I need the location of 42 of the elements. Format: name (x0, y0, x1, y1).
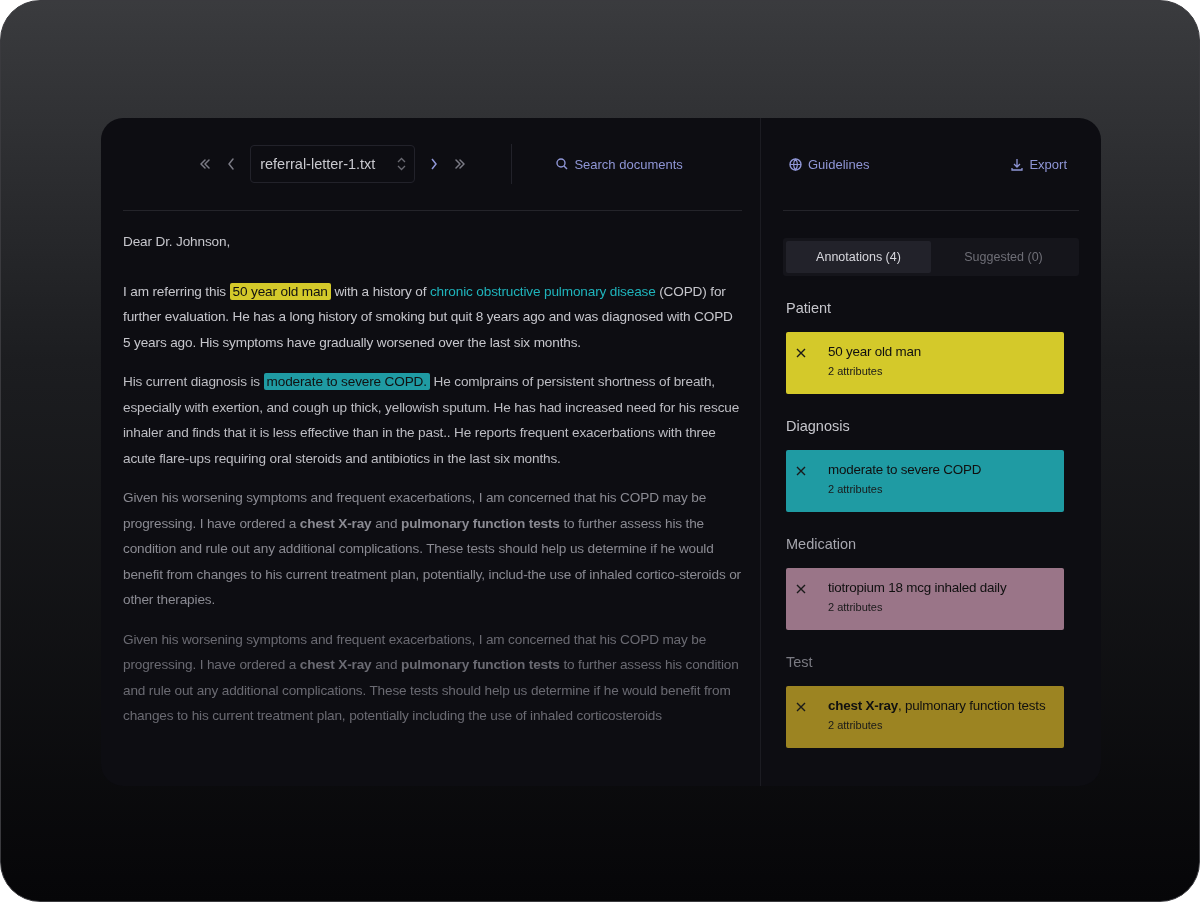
attribute-count: 2 attributes (828, 719, 884, 731)
letter-paragraph: His current diagnosis is moderate to severe COPD. He comlprains of persistent shortness of breath, especially with exertion, and cough up thick, yellowish sputum. He has had increased need for his rescue inhaler and finds that it is less effective than in the past.. He reports frequent exacerbations with three acute flare-ups requiring oral steroids and antibiotics in the last six months. (123, 372, 741, 468)
attribute-count: 2 attributes (828, 483, 884, 495)
globe-icon (789, 157, 802, 171)
category-label: Diagnosis (786, 418, 851, 434)
annotation-card[interactable]: tiotropium 18 mcg inhaled daily 2 attributes (786, 568, 1064, 630)
guidelines-link[interactable]: Guidelines (789, 156, 870, 172)
annotation-card[interactable]: chest X-ray, pulmonary function tests 2 attributes (786, 686, 1064, 748)
close-icon[interactable] (796, 466, 806, 476)
search-icon (556, 158, 569, 170)
entity-link[interactable]: chronic obstructive pulmonary disease (429, 283, 656, 299)
letter-paragraph: I am referring this 50 year old man with a history of chronic obstructive pulmonary disease (COPD) for further evaluation. He has a long history of smoking but quit 8 years ago and was diagnosed with COPD 5 years ago. His symptoms have gradually worsened over the last six months. (123, 281, 734, 352)
category-label: Medication (786, 536, 858, 552)
annotation-tab[interactable]: Annotations (4) (786, 241, 931, 273)
letter-paragraph: Given his worsening symptoms and frequent exacerbations, I am concerned that his COPD may be progressing. I have ordered a chest X-ray and pulmonary function tests to further assess his the condition and rule out any additional complications. These tests should help us determine if he would benefit from changes to his current treatment plan, potentially, includ-the use of inhaled cortico-steroids or other therapies. (123, 489, 742, 609)
up-down-chevron-icon (397, 157, 407, 171)
letter-paragraph: Given his worsening symptoms and frequent exacerbations, I am concerned that his COPD may be progressing. I have ordered a chest X-ray and pulmonary function tests to further assess his condition and rule out any additional complications. These tests should help us determine if he would benefit from changes to his current treatment plan, potentially including the use of inhaled corticosteroids (123, 630, 740, 725)
highlighted-entity[interactable]: 50 year old man (229, 282, 331, 300)
double-chevron-right-icon (455, 159, 466, 169)
close-icon[interactable] (796, 348, 806, 358)
attribute-count: 2 attributes (828, 601, 884, 613)
close-icon[interactable] (796, 702, 806, 712)
letter-greeting: Dear Dr. Johnson, (123, 233, 231, 251)
close-icon[interactable] (796, 584, 806, 594)
annotation-card[interactable]: 50 year old man 2 attributes (786, 332, 1064, 394)
file-select[interactable]: referral-letter-1.txt (250, 145, 416, 183)
annotation-card[interactable]: moderate to severe COPD 2 attributes (786, 450, 1064, 512)
export-link[interactable]: Export (1011, 156, 1067, 172)
category-label: Patient (786, 300, 833, 316)
chevron-left-icon (228, 158, 235, 170)
highlighted-entity[interactable]: moderate to severe COPD. (263, 373, 430, 390)
annotation-title: chest X-ray, pulmonary function tests (828, 698, 1046, 713)
search-documents-button[interactable]: Search documents (550, 155, 689, 173)
annotation-title: moderate to severe COPD (828, 462, 982, 477)
download-icon (1011, 157, 1024, 171)
chevron-right-icon (431, 158, 438, 170)
category-label: Test (786, 654, 814, 670)
attribute-count: 2 attributes (828, 365, 884, 377)
annotation-title: 50 year old man (828, 344, 922, 359)
double-chevron-left-icon (200, 159, 211, 169)
annotation-title: tiotropium 18 mcg inhaled daily (828, 580, 1007, 595)
annotation-tab[interactable]: Suggested (0) (931, 241, 1076, 273)
